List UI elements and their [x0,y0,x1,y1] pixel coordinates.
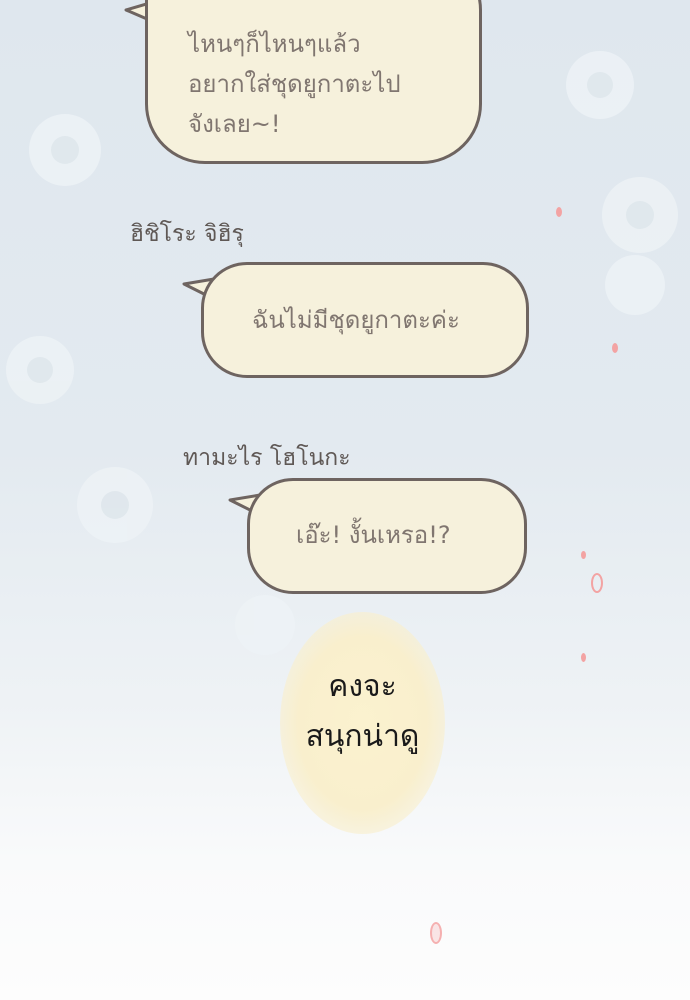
thought-text: คงจะ สนุกน่าดู [305,669,420,754]
speaker-name: ทามะไร โฮโนกะ [183,445,351,471]
sparkle [581,551,586,559]
speech-bubble-text: ไหนๆก็ไหนๆแล้ว อยากใส่ชุดยูกาตะไป จังเลย… [188,30,401,138]
sparkle [430,922,442,944]
sparkle [612,343,618,353]
sparkle [581,653,586,662]
sparkle [591,573,603,593]
speaker-name: ฮิชิโระ จิฮิรุ [130,221,244,247]
speech-bubble-text: ฉันไม่มีชุดยูกาตะค่ะ [252,306,460,334]
sparkle [556,207,562,217]
speech-bubble-text: เอ๊ะ! งั้นเหรอ!? [296,521,451,549]
